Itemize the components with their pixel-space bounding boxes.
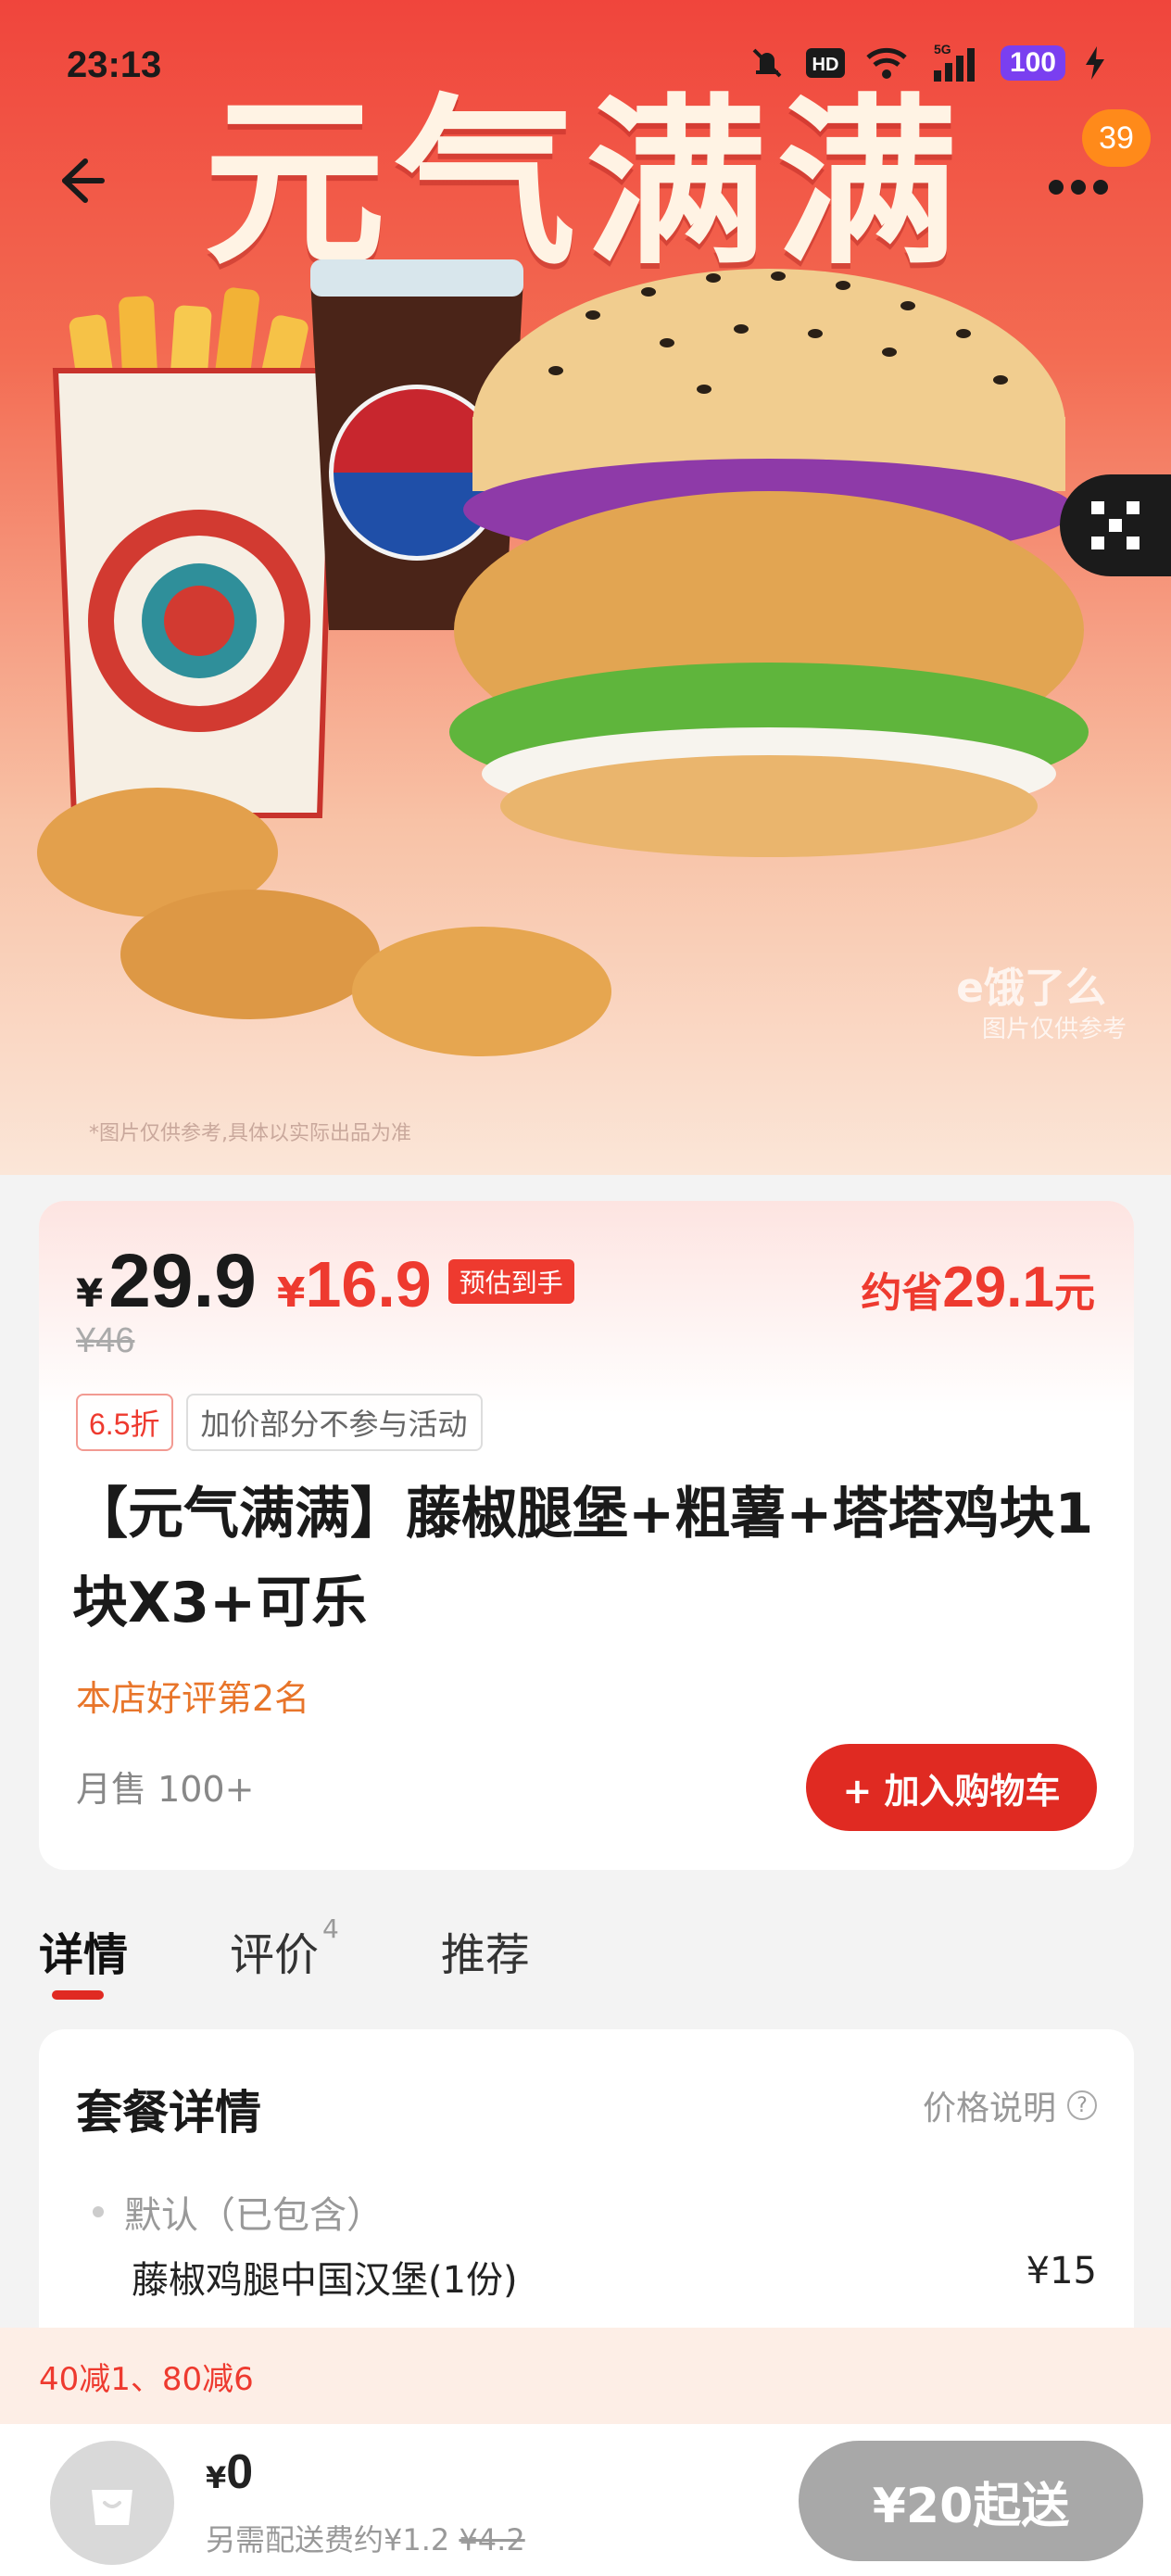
price: 29.9 [108, 1239, 257, 1323]
watermark-sub: 图片仅供参考 [981, 1016, 1127, 1043]
status-bar: 23:13 HD 5G 100 [0, 0, 1171, 139]
back-arrow-icon [62, 158, 105, 203]
review-count: 4 [322, 1913, 339, 1944]
deal-price-symbol: ¥ [276, 1269, 306, 1317]
price-explanation-link[interactable]: 价格说明 ? [923, 2081, 1097, 2129]
default-group-label: 默认（已包含） [93, 2185, 384, 2239]
monthly-sales: 月售 100+ [76, 1769, 255, 1810]
original-price: ¥46 [76, 1321, 135, 1360]
savings-amount: 29.1 [942, 1256, 1054, 1320]
tab-recommend[interactable]: 推荐 [441, 1918, 530, 1983]
price-symbol: ¥ [76, 1270, 104, 1316]
rank-label[interactable]: 本店好评第2名 [76, 1670, 309, 1721]
svg-text:5G: 5G [934, 43, 951, 57]
delivery-original-fee: ¥4.2 [459, 2522, 525, 2557]
tab-details[interactable]: 详情 [39, 1918, 128, 2000]
status-time: 23:13 [67, 44, 162, 85]
signal-icon: 5G [933, 43, 975, 82]
qr-code-icon [1091, 501, 1140, 549]
combo-item-name: 藤椒鸡腿中国汉堡(1份) [132, 2259, 518, 2302]
hero-banner: 元气满满 e饿了么 图片仅供参考 *图片仅供参考,具体以实际出品为准 23:13… [0, 0, 1171, 1175]
wifi-icon [866, 47, 907, 79]
activity-note-tag: 加价部分不参与活动 [185, 1394, 483, 1451]
bullet-dot [93, 2206, 104, 2217]
nuggets-image [37, 788, 611, 1056]
combo-details-title: 套餐详情 [76, 2086, 261, 2140]
price-row: ¥ 29.9 ¥ 16.9 预估到手 [76, 1238, 574, 1325]
active-tab-indicator [52, 1990, 104, 2000]
question-icon: ? [1067, 2090, 1097, 2120]
status-icons: HD 5G 100 [749, 43, 1106, 83]
add-to-cart-button[interactable]: + 加入购物车 [806, 1744, 1097, 1831]
burger-image [449, 269, 1089, 857]
hd-icon: HD [805, 48, 845, 78]
discount-tag: 6.5折 [76, 1394, 173, 1451]
minimum-order-button[interactable]: ¥20起送 [799, 2441, 1143, 2561]
estimate-tag: 预估到手 [447, 1259, 574, 1304]
cart-total: ¥ 0 [206, 2445, 254, 2499]
product-title: 【元气满满】藤椒腿堡+粗薯+塔塔鸡块1块X3+可乐 [72, 1482, 1094, 1635]
cart-total-value: 0 [226, 2445, 254, 2499]
qr-code-button[interactable] [1060, 474, 1171, 576]
battery-indicator: 100 [1000, 45, 1065, 81]
tab-reviews[interactable]: 评价4 [230, 1913, 339, 1983]
back-button[interactable] [46, 148, 111, 213]
svg-text:HD: HD [812, 55, 838, 75]
charging-icon [1086, 46, 1104, 80]
deal-price: 16.9 [305, 1248, 432, 1320]
fries-image [52, 287, 359, 818]
promo-bar: 40减1、80减6 [0, 2328, 1171, 2424]
cart-count-badge: 39 [1082, 109, 1151, 167]
promo-text: 40减1、80减6 [39, 2360, 254, 2398]
mute-icon [752, 48, 782, 78]
checkout-bar: ¥ 0 另需配送费约¥1.2 ¥4.2 ¥20起送 [0, 2424, 1171, 2576]
savings-text: 约省 29.1 元 [861, 1256, 1095, 1320]
combo-item-row: 藤椒鸡腿中国汉堡(1份) ¥15 [132, 2250, 1097, 2304]
shopping-bag-icon [92, 2490, 132, 2525]
watermark: e饿了么 [956, 965, 1106, 1012]
tag-row: 6.5折 加价部分不参与活动 [76, 1394, 483, 1451]
delivery-fee-note: 另需配送费约¥1.2 ¥4.2 [206, 2522, 525, 2557]
product-card: ¥ 29.9 ¥ 16.9 预估到手 约省 29.1 元 ¥46 6.5折 加价… [39, 1201, 1134, 1870]
combo-item-price: ¥15 [1026, 2250, 1097, 2292]
image-disclaimer: *图片仅供参考,具体以实际出品为准 [89, 1122, 411, 1145]
tab-bar: 详情 评价4 推荐 [39, 1913, 530, 2000]
shopping-bag-button[interactable] [50, 2441, 174, 2565]
